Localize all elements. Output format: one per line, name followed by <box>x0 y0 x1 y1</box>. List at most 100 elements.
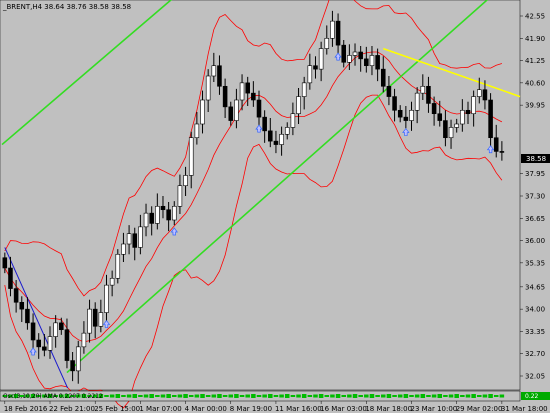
candle-body <box>47 336 53 351</box>
time-tick-label: 11 Mar 16:00 <box>275 405 322 413</box>
indicator-bar <box>228 394 234 398</box>
indicator-bar <box>403 394 409 398</box>
indicator-bar <box>358 395 363 397</box>
indicator-bar <box>386 394 392 398</box>
indicator-bar <box>132 394 137 398</box>
candle-body <box>284 127 290 135</box>
candle-body <box>222 85 228 108</box>
indicator-bar <box>234 394 239 398</box>
indicator-bar <box>477 395 482 397</box>
candle-body <box>431 103 437 115</box>
candle-body <box>397 109 403 118</box>
candle-body <box>183 175 188 187</box>
candle-body <box>352 51 358 56</box>
indicator-bar <box>177 394 183 398</box>
indicator-bar <box>211 394 217 398</box>
candle-body <box>477 89 482 97</box>
indicator-bar <box>414 394 420 398</box>
indicator-bar <box>335 394 341 398</box>
candle-body <box>87 308 92 334</box>
candle-body <box>414 92 420 111</box>
indicator-bar <box>397 394 403 398</box>
indicator-bar <box>460 395 465 397</box>
indicator-bar <box>109 394 115 398</box>
indicator-bar <box>262 394 267 398</box>
current-price-marker: 38.58 <box>521 154 550 163</box>
time-tick-label: 22 Feb 21:00 <box>49 405 95 413</box>
indicator-bar <box>313 394 318 398</box>
indicator-value: 0.22 <box>525 393 539 400</box>
candle-body <box>81 332 87 348</box>
price-tick-label: 36.00 <box>525 237 545 245</box>
candle-body <box>177 185 183 207</box>
price-tick-label: 37.95 <box>525 170 545 178</box>
indicator-label: Osc(3,10,20) AMA 0.2207 0.2212 <box>3 393 103 400</box>
indicator-bar <box>448 394 454 398</box>
indicator-bar <box>381 394 386 398</box>
candle-body <box>448 127 454 139</box>
time-tick-label: 1 Mar 07:00 <box>139 405 181 413</box>
indicator-bar <box>465 394 471 398</box>
candle-body <box>262 116 267 132</box>
candle-body <box>443 120 448 139</box>
candle-body <box>42 346 47 351</box>
indicator-bar <box>296 394 301 398</box>
indicator-bar <box>188 395 194 397</box>
candle-body <box>279 133 284 145</box>
indicator-bar <box>324 395 330 397</box>
candle-body <box>268 130 273 142</box>
indicator-bar <box>290 395 296 397</box>
candle-body <box>358 51 363 60</box>
candle-body <box>155 205 160 224</box>
time-tick-label: 4 Mar 00:00 <box>185 405 227 413</box>
candle-body <box>92 308 98 327</box>
time-tick-label: 18 Feb 2016 <box>4 405 48 413</box>
indicator-bar <box>217 394 222 398</box>
candle-body <box>307 65 313 84</box>
chart-window[interactable]: 42.55 41.90 41.25 40.60 39.95 37.95 37.30 36.65… <box>0 0 550 413</box>
candle-body <box>324 37 330 49</box>
candle-body <box>228 106 234 121</box>
indicator-bar <box>155 395 160 397</box>
indicator-bar <box>205 395 211 397</box>
indicator-bar <box>138 395 143 397</box>
candle-body <box>109 277 115 286</box>
indicator-bar <box>392 395 397 397</box>
candle-body <box>160 205 166 211</box>
price-tick-label: 33.35 <box>525 328 545 336</box>
price-chart[interactable]: 42.55 41.90 41.25 40.60 39.95 37.95 37.30 36.65… <box>0 0 550 413</box>
indicator-bar <box>375 395 380 397</box>
candle-body <box>392 96 397 111</box>
candle-body <box>347 55 352 63</box>
price-tick-label: 32.70 <box>525 350 545 358</box>
indicator-bar <box>222 395 228 397</box>
indicator-bar <box>318 394 324 398</box>
candle-body <box>132 233 138 248</box>
indicator-bar <box>245 394 250 398</box>
symbol-header: _BRENT,H4 38.64 38.76 38.58 38.58 <box>2 3 131 11</box>
candle-body <box>98 312 104 327</box>
candle-body <box>460 109 465 125</box>
candle-body <box>205 75 211 101</box>
candle-body <box>471 96 476 115</box>
current-price-label: 38.58 <box>526 155 546 163</box>
indicator-bar <box>126 394 132 398</box>
time-tick-label: 8 Mar 19:00 <box>230 405 272 413</box>
price-tick-label: 37.30 <box>525 193 545 201</box>
indicator-bar <box>160 394 166 398</box>
price-tick-label: 34.00 <box>525 306 545 314</box>
candle-body <box>115 253 121 279</box>
indicator-bar <box>437 394 443 398</box>
candle-body <box>13 288 19 303</box>
price-tick-label: 35.35 <box>525 259 545 267</box>
indicator-bar <box>104 395 109 397</box>
candle-body <box>36 339 41 348</box>
candle-body <box>217 65 222 87</box>
indicator-bar <box>273 395 279 397</box>
candle-body <box>19 301 25 310</box>
candle-body <box>341 44 347 63</box>
candle-body <box>166 209 171 221</box>
candle-body <box>70 360 75 372</box>
candle-body <box>104 284 109 313</box>
price-tick-label: 40.60 <box>525 79 545 87</box>
